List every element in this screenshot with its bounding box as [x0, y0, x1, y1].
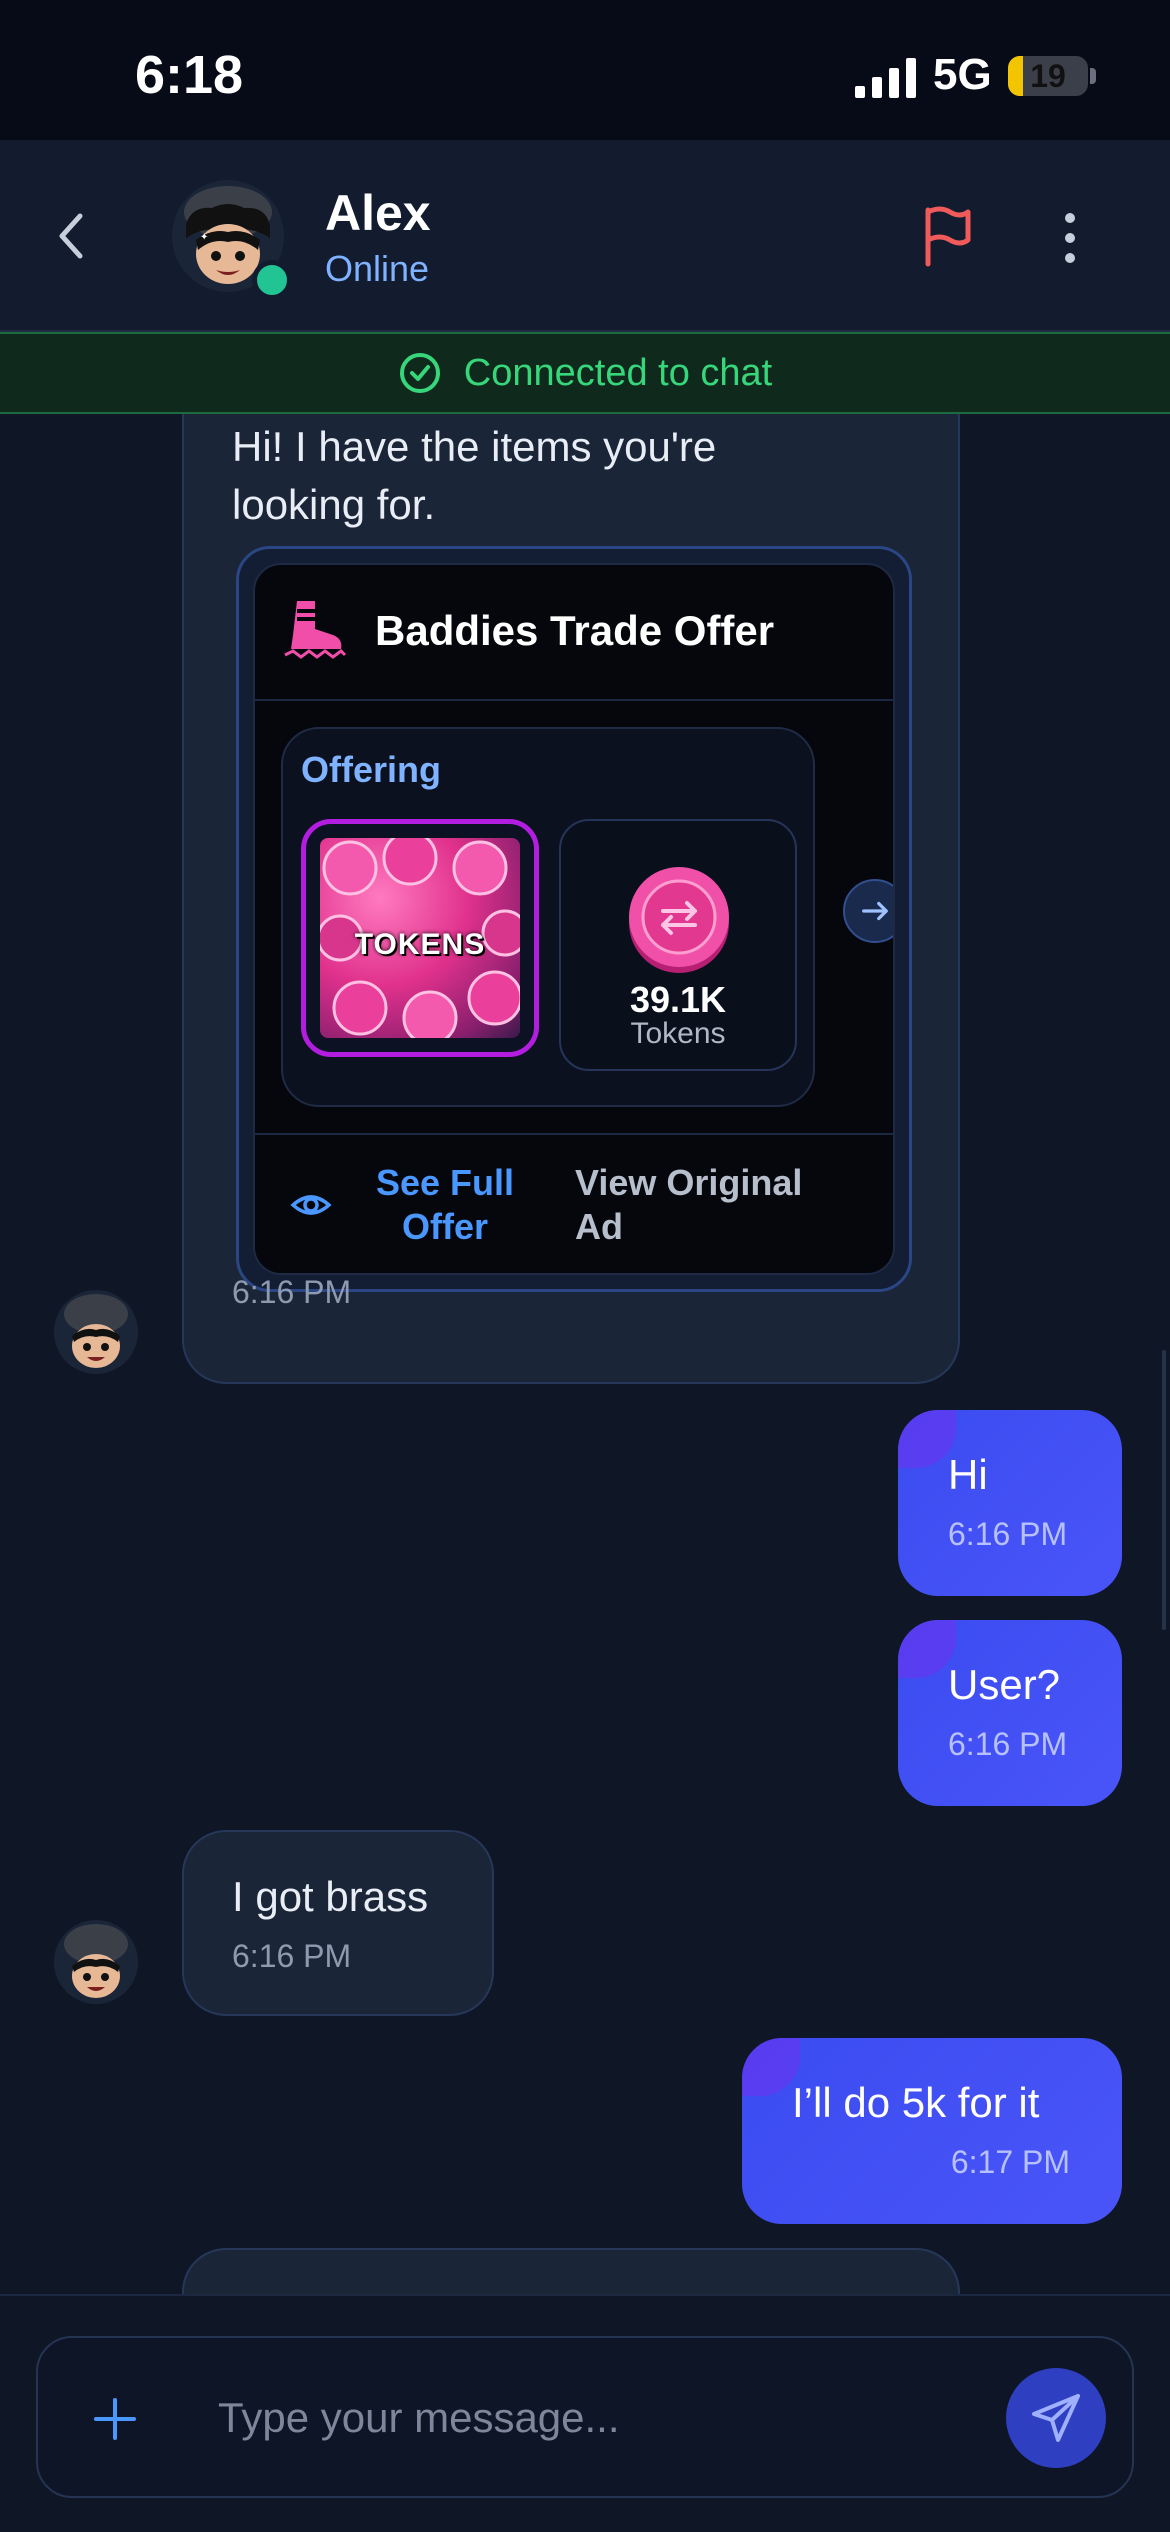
message-time: 6:16 PM — [232, 1274, 352, 1310]
trade-offer-title: Baddies Trade Offer — [375, 607, 775, 654]
connected-text: Connected to chat — [463, 351, 773, 394]
message-composer — [36, 2336, 1134, 2498]
offer-item-coins[interactable]: 39.1K Tokens — [559, 819, 797, 1071]
coin-icon — [629, 867, 729, 973]
connected-banner: Connected to chat — [0, 332, 1170, 414]
message-text: Hi! I have the items you're looking for. — [232, 423, 717, 528]
boot-icon — [284, 601, 347, 659]
message-time: 6:17 PM — [950, 2144, 1070, 2180]
status-time: 6:18 — [135, 45, 244, 105]
tokens-image: TOKENS — [320, 838, 520, 1038]
online-indicator — [252, 260, 292, 300]
message-outgoing[interactable]: User? 6:16 PM — [898, 1620, 1122, 1806]
message-text: User? — [948, 1661, 1061, 1708]
battery-icon: 19 — [1008, 56, 1088, 96]
offer-item-tokens[interactable]: TOKENS — [301, 819, 539, 1057]
svg-text:✦: ✦ — [200, 232, 208, 243]
coin-label: Tokens — [630, 1017, 726, 1050]
composer-area — [0, 2294, 1170, 2532]
view-original-ad-link[interactable]: View Original Ad — [575, 1161, 855, 1249]
trade-offer-card[interactable]: Baddies Trade Offer Offering TOKENS 39.1… — [236, 546, 912, 1292]
message-incoming-partial[interactable] — [182, 2248, 960, 2294]
message-time: 6:16 PM — [948, 1516, 1068, 1552]
arrow-right-icon[interactable] — [843, 879, 895, 943]
sender-avatar[interactable] — [54, 1920, 138, 2004]
contact-name[interactable]: Alex — [325, 184, 431, 242]
message-incoming[interactable]: Hi! I have the items you're looking for.… — [182, 414, 960, 1384]
message-list[interactable]: Hi! I have the items you're looking for.… — [0, 414, 1170, 2294]
coin-amount: 39.1K — [629, 979, 727, 1020]
message-input[interactable] — [218, 2378, 998, 2458]
eye-icon — [290, 1195, 332, 1215]
battery-level: 19 — [1030, 57, 1066, 94]
trade-offer-inner: Baddies Trade Offer Offering TOKENS 39.1… — [253, 563, 895, 1275]
message-text: I got brass — [232, 1873, 429, 1920]
flag-icon[interactable] — [918, 204, 974, 268]
offering-section: Offering TOKENS 39.1K Tokens — [281, 727, 815, 1107]
message-outgoing[interactable]: I’ll do 5k for it 6:17 PM — [742, 2038, 1122, 2224]
more-icon[interactable] — [1050, 208, 1090, 268]
tokens-image-label: TOKENS — [354, 928, 486, 961]
check-circle-icon — [399, 353, 440, 393]
send-button[interactable] — [1006, 2368, 1106, 2468]
battery-fill — [1008, 56, 1024, 96]
back-icon[interactable] — [50, 206, 94, 266]
battery-tip — [1090, 68, 1096, 84]
contact-status: Online — [325, 248, 430, 289]
chat-header: ✦ Alex Online — [0, 140, 1170, 332]
message-text: I’ll do 5k for it — [792, 2079, 1040, 2126]
signal-icon — [855, 58, 916, 98]
status-bar: 6:18 5G 19 — [0, 0, 1170, 140]
message-outgoing[interactable]: Hi 6:16 PM — [898, 1410, 1122, 1596]
scrollbar[interactable] — [1162, 1350, 1166, 1630]
see-full-offer-link[interactable]: See Full Offer — [365, 1161, 525, 1249]
message-incoming[interactable]: I got brass 6:16 PM — [182, 1830, 494, 2016]
message-text: Hi — [948, 1451, 988, 1498]
trade-offer-header: Baddies Trade Offer — [255, 565, 893, 701]
send-icon — [1032, 2394, 1080, 2442]
sender-avatar[interactable] — [54, 1290, 138, 1374]
plus-icon[interactable] — [90, 2394, 140, 2444]
message-time: 6:16 PM — [232, 1938, 352, 1974]
offering-label: Offering — [301, 749, 441, 790]
message-time: 6:16 PM — [948, 1726, 1068, 1762]
network-label: 5G — [933, 50, 992, 99]
trade-offer-actions: See Full Offer View Original Ad — [255, 1133, 893, 1273]
